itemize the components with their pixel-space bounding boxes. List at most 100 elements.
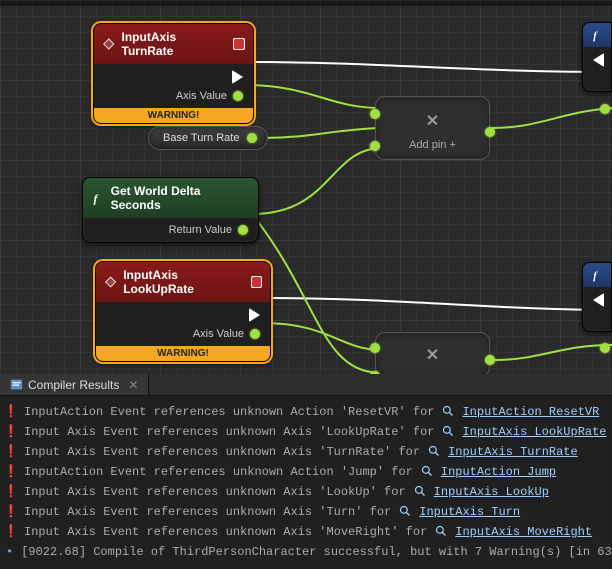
breakpoint-indicator[interactable]: [233, 38, 245, 50]
compiler-message-row: ❗ Input Axis Event references unknown Axi…: [6, 442, 606, 462]
return-value-label: Return Value: [169, 224, 232, 236]
warning-icon: ❗: [6, 442, 16, 462]
float-in-pin-partial-2[interactable]: [600, 343, 610, 353]
tab-label: Compiler Results: [28, 378, 119, 392]
multiply2-out-pin[interactable]: [485, 355, 495, 365]
warning-icon: ❗: [6, 402, 16, 422]
return-value-pin[interactable]: [238, 225, 248, 235]
variable-label: Base Turn Rate: [163, 132, 239, 144]
node-title: InputAxis LookUpRate: [123, 268, 244, 296]
node-header: InputAxis TurnRate: [94, 24, 253, 64]
search-icon: [414, 482, 426, 502]
message-link[interactable]: InputAxis TurnRate: [448, 442, 578, 462]
message-text: Input Axis Event references unknown Axis…: [24, 502, 391, 522]
compiler-message-row: ❗ InputAction Event references unknown Ac…: [6, 402, 606, 422]
node-header: f: [583, 23, 611, 47]
message-link[interactable]: InputAction ResetVR: [462, 402, 599, 422]
message-link[interactable]: InputAxis LookUpRate: [462, 422, 606, 442]
message-text: InputAction Event references unknown Act…: [24, 462, 413, 482]
node-function-partial-2[interactable]: f: [582, 262, 612, 332]
node-function-partial-1[interactable]: f: [582, 22, 612, 92]
message-text: Input Axis Event references unknown Axis…: [24, 422, 434, 442]
close-icon[interactable]: ✕: [128, 378, 138, 392]
svg-text:f: f: [593, 271, 598, 282]
multiply2-in-pin-a[interactable]: [370, 343, 380, 353]
message-link[interactable]: InputAxis Turn: [419, 502, 520, 522]
compiler-message-row: ❗ Input Axis Event references unknown Axi…: [6, 522, 606, 542]
multiply-out-pin[interactable]: [485, 127, 495, 137]
node-warning-footer: WARNING!: [94, 108, 253, 123]
exec-out-row: [104, 70, 243, 84]
search-icon: [399, 502, 411, 522]
search-icon: [442, 422, 454, 442]
panel-tab-bar: Compiler Results ✕: [0, 374, 612, 396]
compiler-messages-list[interactable]: ❗ InputAction Event references unknown Ac…: [0, 396, 612, 566]
svg-text:f: f: [593, 31, 598, 42]
node-header: f Get World Delta Seconds: [83, 178, 258, 218]
axis-value-row: Axis Value: [104, 90, 243, 102]
message-text: InputAction Event references unknown Act…: [24, 402, 434, 422]
blueprint-graph-canvas[interactable]: InputAxis TurnRate Axis Value WARNING! B…: [0, 0, 612, 374]
exec-out-pin[interactable]: [232, 70, 243, 84]
multiply-icon: ✕: [426, 345, 439, 365]
compiler-message-row: ❗ Input Axis Event references unknown Axi…: [6, 482, 606, 502]
node-title: InputAxis TurnRate: [122, 30, 228, 58]
node-body: Axis Value: [94, 64, 253, 108]
exec-in-pin[interactable]: [593, 293, 604, 307]
node-body: Axis Value: [96, 302, 270, 346]
message-link[interactable]: InputAction Jump: [441, 462, 556, 482]
variable-node-base-turn-rate[interactable]: Base Turn Rate: [148, 126, 268, 150]
message-text: Input Axis Event references unknown Axis…: [24, 522, 427, 542]
exec-out-pin[interactable]: [249, 308, 260, 322]
exec-out-row: [106, 308, 260, 322]
node-title: Get World Delta Seconds: [111, 184, 250, 212]
axis-value-pin[interactable]: [233, 91, 243, 101]
message-text: Input Axis Event references unknown Axis…: [24, 442, 420, 462]
multiply-in-pin-a[interactable]: [370, 109, 380, 119]
node-inputaxis-lookuprate[interactable]: InputAxis LookUpRate Axis Value WARNING!: [95, 261, 271, 362]
compiler-results-icon: [10, 378, 23, 391]
compiler-message-row: ❗ Input Axis Event references unknown Axi…: [6, 422, 606, 442]
compiler-results-panel: Compiler Results ✕ ❗ InputAction Event re…: [0, 374, 612, 569]
node-body: Return Value: [83, 218, 258, 242]
exec-in-pin[interactable]: [593, 53, 604, 67]
axis-value-pin[interactable]: [250, 329, 260, 339]
svg-text:f: f: [94, 191, 99, 205]
message-link[interactable]: InputAxis MoveRight: [455, 522, 592, 542]
multiply-icon: ✕: [426, 111, 439, 131]
search-icon: [442, 402, 454, 422]
compiler-message-row: ❗ Input Axis Event references unknown Axi…: [6, 502, 606, 522]
warning-icon: ❗: [6, 422, 16, 442]
event-icon: [102, 37, 116, 51]
event-icon: [104, 275, 117, 289]
node-multiply[interactable]: ✕ Add pin +: [375, 96, 490, 160]
search-icon: [421, 462, 433, 482]
warning-icon: ❗: [6, 522, 16, 542]
search-icon: [435, 522, 447, 542]
axis-value-row: Axis Value: [106, 328, 260, 340]
message-text: [9022.68] Compile of ThirdPersonCharacte…: [21, 542, 612, 562]
warning-icon: ❗: [6, 462, 16, 482]
warning-icon: ❗: [6, 482, 16, 502]
axis-value-label: Axis Value: [176, 90, 227, 102]
compiler-message-row: ❗ InputAction Event references unknown Ac…: [6, 462, 606, 482]
float-in-pin-partial-1[interactable]: [600, 104, 610, 114]
message-link[interactable]: InputAxis LookUp: [434, 482, 549, 502]
message-text: Input Axis Event references unknown Axis…: [24, 482, 406, 502]
node-inputaxis-turnrate[interactable]: InputAxis TurnRate Axis Value WARNING!: [93, 23, 254, 124]
variable-out-pin[interactable]: [247, 133, 257, 143]
node-warning-footer: WARNING!: [96, 346, 270, 361]
add-pin-button[interactable]: Add pin +: [376, 139, 489, 151]
node-multiply-2[interactable]: ✕: [375, 332, 490, 374]
function-icon: f: [591, 28, 603, 42]
compiler-message-row: •[9022.68] Compile of ThirdPersonCharact…: [6, 542, 606, 562]
function-icon: f: [91, 191, 105, 205]
node-header: f: [583, 263, 611, 287]
node-get-world-delta-seconds[interactable]: f Get World Delta Seconds Return Value: [82, 177, 259, 243]
return-row: Return Value: [93, 224, 248, 236]
breakpoint-indicator[interactable]: [251, 276, 262, 288]
tab-compiler-results[interactable]: Compiler Results ✕: [0, 374, 149, 395]
warning-icon: ❗: [6, 502, 16, 522]
info-icon: •: [6, 542, 13, 562]
axis-value-label: Axis Value: [193, 328, 244, 340]
